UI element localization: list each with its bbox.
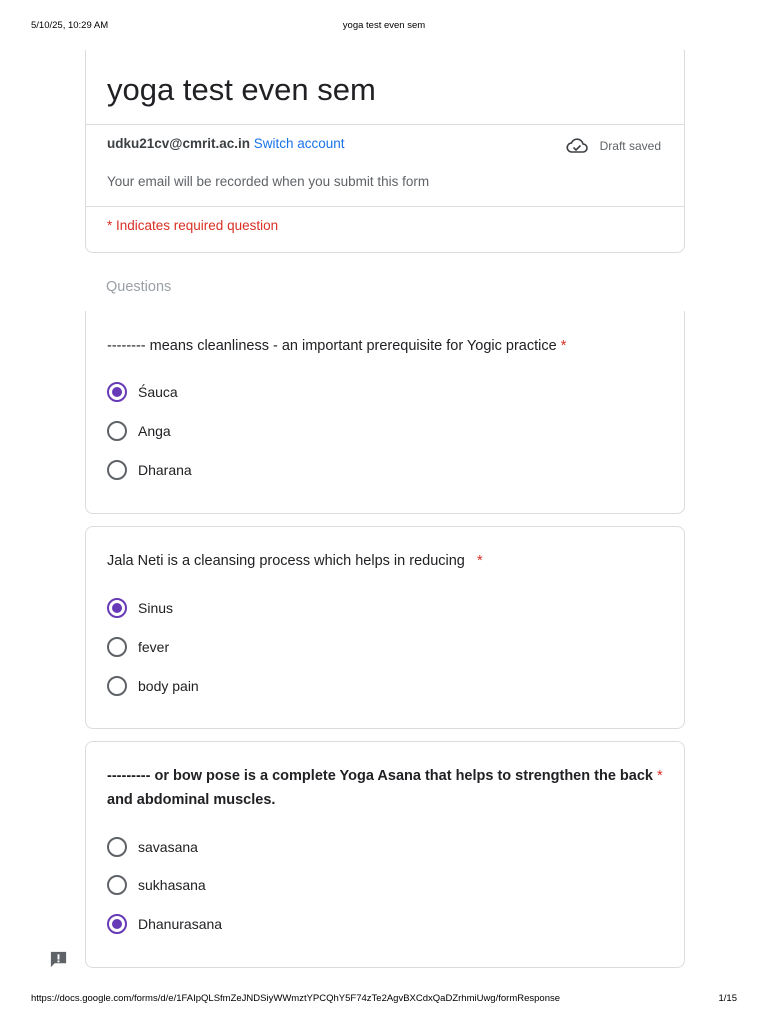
account-email: udku21cv@cmrit.ac.in [107,136,250,151]
question-text: Jala Neti is a cleansing process which h… [107,549,667,573]
print-title: yoga test even sem [342,20,426,31]
print-url: https://docs.google.com/forms/d/e/1FAIpQ… [31,993,561,1004]
radio-unchecked-icon[interactable] [107,676,127,696]
cloud-check-icon [566,138,588,153]
required-star: * [476,553,483,569]
draft-status: Draft saved [566,138,661,154]
option-fever[interactable]: fever [107,636,169,658]
option-label: fever [138,639,170,655]
form-header-card: yoga test even sem udku21cv@cmrit.ac.in … [85,50,685,253]
option-dhanurasana[interactable]: Dhanurasana [107,913,222,935]
option-label: Dharana [138,462,192,478]
option-label: Śauca [138,384,178,400]
option-dharana[interactable]: Dharana [107,459,192,481]
question-label: Jala Neti is a cleansing process which h… [107,553,465,569]
option-label: sukhasana [138,877,206,893]
header-divider [86,124,684,125]
section-label: Questions [106,279,172,295]
radio-unchecked-icon[interactable] [107,637,127,657]
option-sukhasana[interactable]: sukhasana [107,874,206,896]
option-label: Sinus [138,600,174,616]
radio-unchecked-icon[interactable] [107,421,127,441]
required-star: * [657,768,663,784]
radio-unchecked-icon[interactable] [107,875,127,895]
question-card-2: Jala Neti is a cleansing process which h… [85,526,685,729]
radio-unchecked-icon[interactable] [107,837,127,857]
feedback-icon[interactable] [49,950,68,969]
option-label: body pain [138,678,199,694]
option-sinus[interactable]: Sinus [107,597,173,619]
required-star: * [560,338,567,354]
draft-status-text: Draft saved [599,139,661,153]
print-footer: https://docs.google.com/forms/d/e/1FAIpQ… [0,993,768,1007]
option-savasana[interactable]: savasana [107,836,198,858]
print-page-number: 1/15 [718,993,738,1004]
option-label: savasana [138,839,198,855]
required-note: * Indicates required question [107,218,279,233]
switch-account-link[interactable]: Switch account [254,136,345,151]
option-anga[interactable]: Anga [107,420,171,442]
print-header: 5/10/25, 10:29 AM yoga test even sem [0,20,768,34]
radio-checked-icon[interactable] [107,914,127,934]
question-card-3: --------- or bow pose is a complete Yoga… [85,741,685,968]
option-body-pain[interactable]: body pain [107,675,199,697]
form-title: yoga test even sem [107,72,376,107]
radio-checked-icon[interactable] [107,598,127,618]
option-sauca[interactable]: Śauca [107,381,178,403]
question-card-1: -------- means cleanliness - an importan… [85,311,685,514]
question-label-line-1: --------- or bow pose is a complete Yoga… [107,768,653,784]
option-label: Anga [138,423,171,439]
radio-checked-icon[interactable] [107,382,127,402]
question-label: -------- means cleanliness - an importan… [107,338,557,354]
question-text: --------- or bow pose is a complete Yoga… [107,764,667,812]
question-text: -------- means cleanliness - an importan… [107,334,667,358]
account-line: udku21cv@cmrit.ac.in Switch account [107,136,345,151]
option-label: Dhanurasana [138,916,223,932]
header-divider-2 [86,206,684,207]
radio-unchecked-icon[interactable] [107,460,127,480]
question-label-line-2: and abdominal muscles. [107,792,276,808]
email-recorded-note: Your email will be recorded when you sub… [107,174,430,189]
